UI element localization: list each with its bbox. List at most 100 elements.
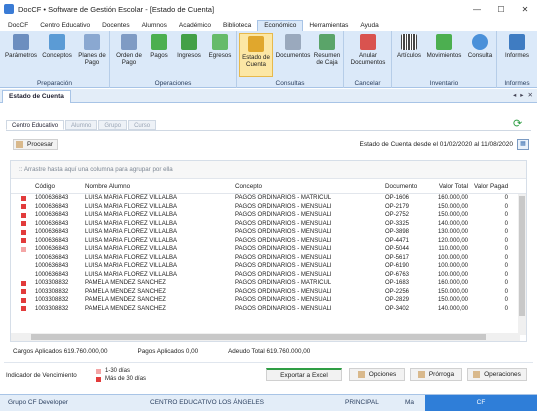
cell-documento: OP-2829 (385, 297, 410, 303)
table-row[interactable]: 1003308832 PAMELA MENDEZ SANCHEZ PAGOS ORD… (11, 288, 526, 297)
subtab-centro-educativo[interactable]: Centro Educativo (6, 120, 65, 130)
tab-prev-icon[interactable]: ◂ (513, 91, 516, 99)
table-row[interactable]: 1003308832 PAMELA MENDEZ SANCHEZ PAGOS ORD… (11, 296, 526, 305)
documents-icon (285, 34, 301, 50)
planes-de-pago-button[interactable]: Planes de Pago (78, 34, 106, 66)
operaciones-button[interactable]: Operaciones (467, 368, 527, 381)
account-statement-icon (248, 36, 264, 52)
menu-herramientas[interactable]: Herramientas (303, 21, 354, 31)
vertical-scroll-thumb[interactable] (519, 196, 525, 316)
table-row[interactable]: 1000636843 LUISA MARIA FLOREZ VILLALBA PAG… (11, 254, 526, 263)
cell-codigo: 1000636843 (35, 229, 69, 235)
menu-ayuda[interactable]: Ayuda (354, 21, 384, 31)
calendar-icon[interactable]: ▦ (517, 139, 529, 150)
header-valor-total[interactable]: Valor Total (425, 183, 472, 193)
pagos-aplicados: Pagos Aplicados 0,00 (137, 348, 199, 355)
vertical-scrollbar[interactable] (518, 194, 526, 335)
articulos-button[interactable]: Artículos (394, 34, 424, 59)
payments-icon (151, 34, 167, 50)
cell-valor-total: 130.000,00 (437, 229, 468, 235)
legend-mas-30: Más de 30 días (96, 375, 146, 383)
resumen-de-caja-button[interactable]: Resumen de Caja (313, 34, 341, 66)
tab-close-icon[interactable]: ✕ (528, 91, 533, 99)
prorroga-button[interactable]: Prórroga (410, 368, 462, 381)
cell-valor-pagado: 0 (504, 237, 508, 244)
header-codigo[interactable]: Código (33, 183, 83, 193)
table-row[interactable]: 1003308832 PAMELA MENDEZ SANCHEZ PAGOS ORD… (11, 305, 526, 314)
anular-documentos-button[interactable]: Anular Documentos (348, 34, 388, 66)
conceptos-button[interactable]: Conceptos (40, 34, 74, 59)
orden-de-pago-button[interactable]: Orden de Pago (114, 34, 144, 66)
cell-codigo: 1003308832 (35, 280, 69, 286)
table-row[interactable]: 1000636843 LUISA MARIA FLOREZ VILLALBA PAG… (11, 228, 526, 237)
documentos-button[interactable]: Documentos (275, 34, 311, 59)
horizontal-scroll-thumb[interactable] (31, 334, 486, 340)
menu-doccf[interactable]: DocCF (2, 21, 34, 31)
header-nombre-alumno[interactable]: Nombre Alumno (83, 183, 233, 193)
menu-centro-educativo[interactable]: Centro Educativo (34, 21, 96, 31)
consulta-button[interactable]: Consulta (465, 34, 495, 59)
table-row[interactable]: 1000636843 LUISA MARIA FLOREZ VILLALBA PAG… (11, 211, 526, 220)
expenses-icon (212, 34, 228, 50)
row-indicator (11, 228, 33, 237)
overdue-marker-icon (20, 204, 26, 210)
egresos-button[interactable]: Egresos (206, 34, 234, 59)
header-concepto[interactable]: Concepto (233, 183, 383, 193)
exportar-excel-button[interactable]: Exportar a Excel (266, 368, 342, 381)
cell-concepto: PAGOS ORDINARIOS - MENSUALI (235, 212, 332, 218)
menu-economico[interactable]: Económico (257, 20, 304, 31)
table-row[interactable]: 1000636843 LUISA MARIA FLOREZ VILLALBA PAG… (11, 203, 526, 212)
movimientos-button[interactable]: Movimientos (425, 34, 463, 59)
ribbon: Parámetros Conceptos Planes de Pago Prep… (0, 31, 537, 88)
table-row[interactable]: 1000636843 LUISA MARIA FLOREZ VILLALBA PAG… (11, 237, 526, 246)
cell-valor-total: 100.000,00 (437, 271, 468, 278)
row-indicator (11, 237, 33, 246)
minimize-button[interactable]: — (465, 0, 489, 18)
window-controls: — ☐ ✕ (465, 0, 537, 18)
cell-documento: OP-5044 (385, 246, 410, 252)
table-row[interactable]: 1003308832 PAMELA MENDEZ SANCHEZ PAGOS ORD… (11, 279, 526, 288)
table-row[interactable]: 1000636843 LUISA MARIA FLOREZ VILLALBA PAG… (11, 245, 526, 254)
table-row[interactable]: 1000636843 LUISA MARIA FLOREZ VILLALBA PAG… (11, 220, 526, 229)
menu-biblioteca[interactable]: Biblioteca (217, 21, 257, 31)
cell-concepto: PAGOS ORDINARIOS - MENSUALI (235, 229, 332, 235)
row-indicator (11, 296, 33, 305)
tab-estado-de-cuenta[interactable]: Estado de Cuenta (2, 90, 71, 103)
row-indicator (11, 305, 33, 314)
account-grid: :: Arrastre hasta aquí una columna para … (10, 160, 527, 342)
parametros-button[interactable]: Parámetros (4, 34, 38, 59)
table-row[interactable]: 1000636843 LUISA MARIA FLOREZ VILLALBA PAG… (11, 271, 526, 280)
menu-academico[interactable]: Académico (173, 21, 217, 31)
status-cf: CF (425, 395, 537, 411)
cell-documento: OP-3898 (385, 229, 410, 235)
subtab-alumno[interactable]: Alumno (65, 120, 98, 130)
informes-button[interactable]: Informes (500, 34, 534, 59)
movements-icon (436, 34, 452, 50)
menu-alumnos[interactable]: Alumnos (136, 21, 173, 31)
estado-de-cuenta-button[interactable]: Estado de Cuenta (239, 33, 273, 77)
subtab-grupo[interactable]: Grupo (98, 120, 128, 130)
status-grupo: Grupo CF Developer (8, 399, 68, 406)
refresh-icon[interactable]: ⟳ (513, 118, 525, 130)
procesar-button[interactable]: Procesar (13, 139, 59, 150)
cell-codigo: 1000636843 (35, 220, 69, 227)
horizontal-scrollbar[interactable] (11, 333, 520, 341)
ribbon-group-informes: Informes Informes (497, 31, 537, 88)
cell-valor-pagado: 0 (504, 280, 508, 286)
header-valor-pagado[interactable]: Valor Pagad (472, 183, 512, 193)
header-documento[interactable]: Documento (383, 183, 425, 193)
maximize-button[interactable]: ☐ (489, 0, 513, 18)
menu-docentes[interactable]: Docentes (96, 21, 135, 31)
table-row[interactable]: 1000636843 LUISA MARIA FLOREZ VILLALBA PAG… (11, 194, 526, 203)
tab-navigation: ◂ ▸ ✕ (513, 91, 533, 99)
ingresos-button[interactable]: Ingresos (174, 34, 204, 59)
close-button[interactable]: ✕ (513, 0, 537, 18)
row-indicator (11, 211, 33, 220)
opciones-button[interactable]: Opciones (349, 368, 405, 381)
table-row[interactable]: 1000636843 LUISA MARIA FLOREZ VILLALBA PAG… (11, 262, 526, 271)
tab-next-icon[interactable]: ▸ (520, 91, 523, 99)
subtab-curso[interactable]: Curso (128, 120, 157, 130)
cell-documento: OP-6190 (385, 263, 410, 269)
pagos-button[interactable]: Pagos (146, 34, 172, 59)
cell-alumno: LUISA MARIA FLOREZ VILLALBA (85, 237, 178, 244)
